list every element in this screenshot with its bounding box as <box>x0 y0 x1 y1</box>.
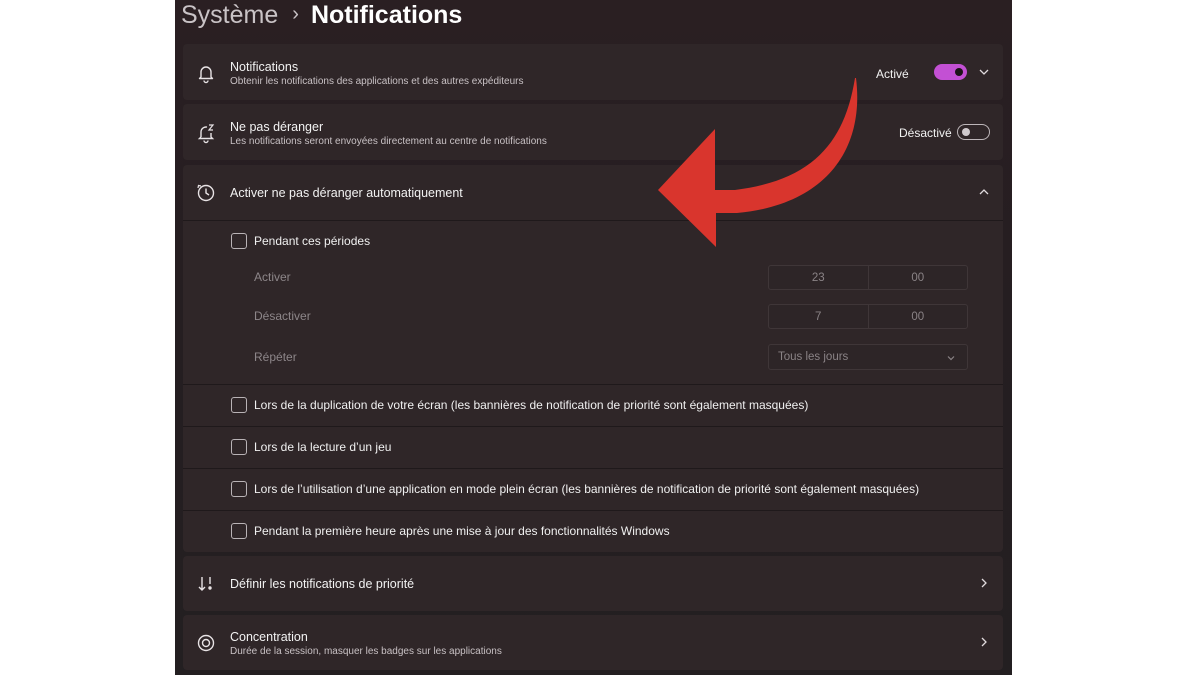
repeat-value: Tous les jours <box>778 351 849 363</box>
divider <box>183 468 1003 469</box>
divider <box>183 384 1003 385</box>
focus-icon <box>195 632 217 654</box>
activate-time-picker[interactable]: 23 00 <box>768 265 968 290</box>
auto-dnd-card: Activer ne pas déranger automatiquement … <box>183 165 1003 552</box>
breadcrumb-systeme-link[interactable]: Système <box>181 1 278 30</box>
chevron-down-icon[interactable] <box>978 66 990 78</box>
option-checkbox[interactable] <box>231 523 247 539</box>
priority-notifications-card[interactable]: Définir les notifications de priorité <box>183 556 1003 611</box>
focus-title: Concentration <box>230 630 308 644</box>
activate-minute[interactable]: 00 <box>867 266 968 289</box>
toggle-knob <box>955 68 963 76</box>
divider <box>183 426 1003 427</box>
dnd-toggle[interactable] <box>957 124 990 140</box>
breadcrumb: Système › Notifications <box>181 0 462 30</box>
activate-hour[interactable]: 23 <box>769 266 868 289</box>
option-checkbox[interactable] <box>231 439 247 455</box>
repeat-label: Répéter <box>254 350 297 364</box>
bell-icon <box>195 62 217 84</box>
auto-dnd-header[interactable]: Activer ne pas déranger automatiquement <box>183 165 1003 221</box>
divider <box>183 510 1003 511</box>
periods-checkbox[interactable] <box>231 233 247 249</box>
option-checkbox[interactable] <box>231 397 247 413</box>
breadcrumb-separator: › <box>292 2 299 25</box>
chevron-down-icon <box>945 352 957 364</box>
bell-snooze-icon <box>195 122 217 144</box>
toggle-knob <box>962 128 970 136</box>
do-not-disturb-card: Ne pas déranger Les notifications seront… <box>183 104 1003 160</box>
deactivate-label: Désactiver <box>254 309 311 323</box>
periods-label: Pendant ces périodes <box>254 234 371 248</box>
page-title: Notifications <box>310 0 463 29</box>
settings-window: Système › Notifications Notifications Ob… <box>175 0 1012 675</box>
notifications-title: Notifications <box>230 60 299 74</box>
focus-card[interactable]: Concentration Durée de la session, masqu… <box>183 615 1003 670</box>
dnd-state-label: Désactivé <box>899 126 952 140</box>
clock-icon <box>195 182 217 204</box>
dnd-subtitle: Les notifications seront envoyées direct… <box>230 136 547 147</box>
option-checkbox[interactable] <box>231 481 247 497</box>
notifications-card[interactable]: Notifications Obtenir les notifications … <box>183 44 1003 100</box>
focus-subtitle: Durée de la session, masquer les badges … <box>230 646 502 657</box>
option-label: Lors de l’utilisation d’une application … <box>254 482 920 496</box>
priority-title: Définir les notifications de priorité <box>230 577 415 591</box>
notifications-subtitle: Obtenir les notifications des applicatio… <box>230 76 524 87</box>
repeat-select[interactable]: Tous les jours <box>768 344 968 370</box>
divider <box>183 220 1003 221</box>
option-label: Lors de la lecture d’un jeu <box>254 440 392 454</box>
notifications-toggle[interactable] <box>934 64 967 80</box>
chevron-up-icon[interactable] <box>978 186 990 198</box>
option-label: Pendant la première heure après une mise… <box>254 524 670 538</box>
auto-dnd-title: Activer ne pas déranger automatiquement <box>230 186 463 200</box>
priority-sort-icon <box>195 573 217 595</box>
activate-label: Activer <box>254 270 291 284</box>
dnd-title: Ne pas déranger <box>230 120 324 134</box>
chevron-right-icon[interactable] <box>978 636 990 648</box>
notifications-state-label: Activé <box>876 67 909 81</box>
deactivate-time-picker[interactable]: 7 00 <box>768 304 968 329</box>
option-label: Lors de la duplication de votre écran (l… <box>254 398 809 412</box>
deactivate-minute[interactable]: 00 <box>867 305 968 328</box>
chevron-right-icon[interactable] <box>978 577 990 589</box>
deactivate-hour[interactable]: 7 <box>769 305 868 328</box>
